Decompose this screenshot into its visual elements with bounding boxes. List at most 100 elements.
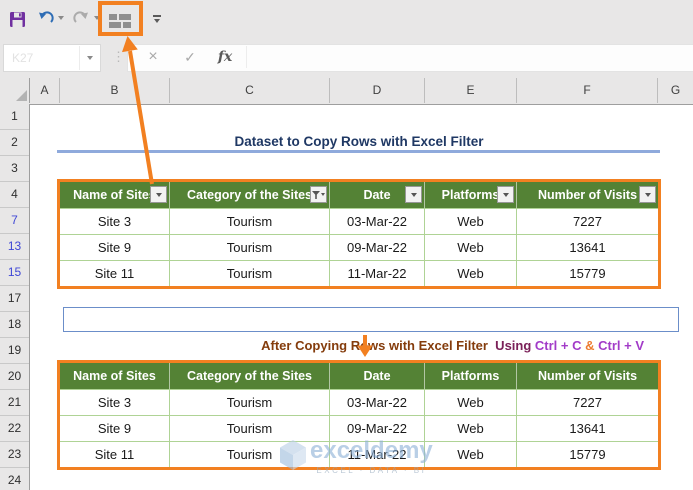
name-box-value: K27 [12,51,34,65]
cell[interactable]: Tourism [170,260,330,286]
row-header-1[interactable]: 1 [0,104,29,130]
chevron-down-icon [87,56,93,60]
redo-dropdown-chevron-icon[interactable] [94,16,100,20]
undo-dropdown-chevron-icon[interactable] [58,16,64,20]
cell[interactable]: Tourism [170,208,330,234]
cell[interactable]: Tourism [170,441,330,467]
cell[interactable]: 7227 [517,208,658,234]
cell[interactable]: 03-Mar-22 [330,389,425,415]
cell[interactable]: 11-Mar-22 [330,441,425,467]
cell[interactable]: Web [425,389,517,415]
cell[interactable]: Tourism [170,234,330,260]
cell[interactable]: 11-Mar-22 [330,260,425,286]
cell[interactable]: Site 3 [60,389,170,415]
t2-header-date[interactable]: Date [330,363,425,389]
fx-icon: fx [217,49,233,65]
enter-button[interactable]: ✓ [177,44,203,70]
filter-dropdown-button-category-active[interactable] [310,186,327,203]
column-header-d[interactable]: D [330,78,425,103]
row-header-15-filtered[interactable]: 15 [0,260,29,286]
cell[interactable]: 15779 [517,260,658,286]
sheet-title[interactable]: Dataset to Copy Rows with Excel Filter [60,131,658,152]
t2-header-visits[interactable]: Number of Visits [517,363,658,389]
row-header-21[interactable]: 21 [0,390,29,416]
t2-header-category[interactable]: Category of the Sites [170,363,330,389]
cancel-button[interactable]: × [140,44,166,70]
filter-dropdown-button-name[interactable] [150,186,167,203]
chevron-down-icon [321,193,325,196]
row-header-20[interactable]: 20 [0,364,29,390]
save-button[interactable] [6,8,28,30]
row-header-7-filtered[interactable]: 7 [0,208,29,234]
row-header-19[interactable]: 19 [0,338,29,364]
row-header-3[interactable]: 3 [0,156,29,182]
cell[interactable]: Site 11 [60,441,170,467]
cell[interactable]: 15779 [517,441,658,467]
subtitle-ctrl-c: Ctrl + C [534,338,582,353]
row-header-18[interactable]: 18 [0,312,29,338]
customize-qat-button[interactable] [146,8,168,30]
cell[interactable]: 13641 [517,234,658,260]
cell[interactable]: Web [425,208,517,234]
name-box-dropdown[interactable] [79,46,100,70]
cell[interactable]: 7227 [517,389,658,415]
subtitle-textbox[interactable]: After Copying Rows with Excel Filter Usi… [63,307,679,353]
header-label: Platforms [441,369,500,383]
cell[interactable]: Site 9 [60,415,170,441]
filter-dropdown-button-visits[interactable] [639,186,656,203]
cell[interactable]: Web [425,234,517,260]
row-header-2[interactable]: 2 [0,130,29,156]
header-label: Platforms [441,188,500,202]
column-header-a[interactable]: A [30,78,60,103]
header-label: Name of Sites [73,188,156,202]
cell[interactable]: Site 3 [60,208,170,234]
row-header-13-filtered[interactable]: 13 [0,234,29,260]
t1-header-visits[interactable]: Number of Visits [517,182,658,208]
row-header-23[interactable]: 23 [0,442,29,468]
column-header-g[interactable]: G [658,78,693,103]
cell[interactable]: 13641 [517,415,658,441]
undo-button[interactable] [34,8,56,30]
t2-header-platforms[interactable]: Platforms [425,363,517,389]
select-all-corner[interactable] [0,78,30,103]
cell[interactable]: Site 9 [60,234,170,260]
name-box[interactable]: K27 [3,44,101,72]
insert-function-button[interactable]: fx [212,44,238,70]
column-header-f[interactable]: F [517,78,658,103]
cell[interactable]: Web [425,415,517,441]
check-icon: ✓ [184,48,196,65]
t1-header-date[interactable]: Date [330,182,425,208]
subtitle-using: Using [491,338,535,353]
row-header-4[interactable]: 4 [0,182,29,208]
cell[interactable]: 03-Mar-22 [330,208,425,234]
column-header-b[interactable]: B [60,78,170,103]
cell[interactable]: 09-Mar-22 [330,234,425,260]
cell[interactable]: Web [425,260,517,286]
row-header-17[interactable]: 17 [0,286,29,312]
t1-header-platforms[interactable]: Platforms [425,182,517,208]
chevron-down-icon [155,192,162,197]
chevron-down-icon [410,192,417,197]
cell[interactable]: Site 11 [60,260,170,286]
header-label: Category of the Sites [186,369,313,383]
t1-header-category[interactable]: Category of the Sites [170,182,330,208]
cell[interactable]: 09-Mar-22 [330,415,425,441]
save-icon [9,11,25,27]
redo-button[interactable] [70,8,92,30]
cell[interactable]: Tourism [170,389,330,415]
funnel-filter-icon [312,190,320,199]
row-header-24[interactable]: 24 [0,468,29,490]
highlighted-toolbar-button[interactable] [105,10,135,32]
row-header-22[interactable]: 22 [0,416,29,442]
redo-icon [72,11,88,23]
filter-dropdown-button-platforms[interactable] [497,186,514,203]
chevron-down-icon [644,192,651,197]
t1-header-name-of-sites[interactable]: Name of Sites [60,182,170,208]
column-header-c[interactable]: C [170,78,330,103]
cell[interactable]: Web [425,441,517,467]
column-header-e[interactable]: E [425,78,517,103]
cell[interactable]: Tourism [170,415,330,441]
header-label: Number of Visits [537,369,638,383]
filter-dropdown-button-date[interactable] [405,186,422,203]
t2-header-name-of-sites[interactable]: Name of Sites [60,363,170,389]
